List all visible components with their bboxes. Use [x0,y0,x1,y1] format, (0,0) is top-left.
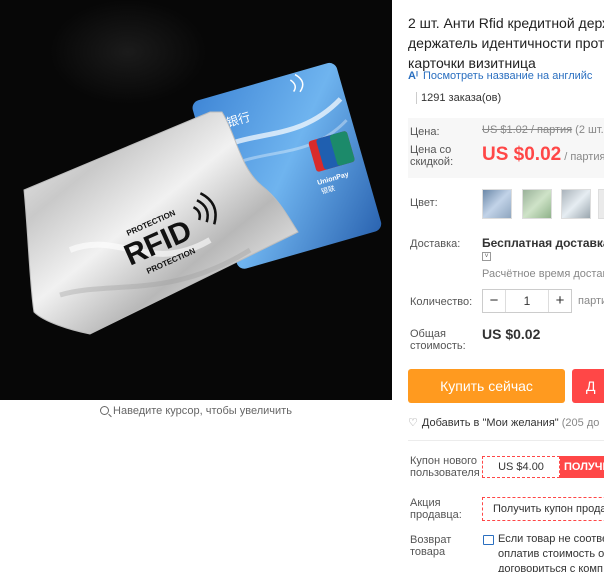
returns-policy-line: договориться с комп [498,563,603,572]
shipping-label: Доставка: [410,238,461,250]
discount-price-value: US $0.02 [482,144,562,165]
new-user-coupon-label: Купон нового пользователя [410,455,480,479]
zoom-hint: Наведите курсор, чтобы увеличить [0,405,392,417]
translate-title-text: Посмотреть название на английс [422,70,593,82]
wishlist-label: Добавить в "Мои желания" [421,417,559,429]
new-user-coupon-value: US $4.00 [482,456,560,478]
product-title-line: 2 шт. Анти Rfid кредитной держа [408,15,604,31]
delivery-estimate: Расчётное время доставки [482,268,604,280]
color-option-2[interactable] [522,189,552,219]
discount-price-label-line: Цена со [410,144,452,156]
add-to-wishlist[interactable]: ♡ Добавить в "Мои желания" (205 до [408,416,599,429]
product-title: 2 шт. Анти Rfid кредитной держа держател… [408,13,604,73]
price-label: Цена: [410,126,440,138]
shipping-method[interactable]: Бесплатная доставка в [482,236,604,250]
heart-icon: ♡ [408,417,418,429]
returns-policy-line: оплатив стоимость о [498,548,604,560]
returns-policy-text: Если товар не соотве оплатив стоимость о… [498,532,604,572]
returns-label: Возврат товара [410,534,451,558]
product-image[interactable]: 银行 UnionPay 银联 RFID PROTECTION PROTECTIO… [0,0,392,400]
seller-promo-label-line: продавца: [410,509,462,521]
color-label: Цвет: [410,197,438,209]
translate-title-link[interactable]: Aᴵ Посмотреть название на английс [408,70,592,82]
product-info-panel: 2 шт. Анти Rfid кредитной держа держател… [408,0,604,572]
returns-policy-line: Если товар не соотве [498,533,604,545]
color-option-1[interactable] [482,189,512,219]
get-seller-coupon-button[interactable]: Получить купон продав [482,497,604,521]
quantity-increase-button[interactable]: + [549,290,571,312]
chevron-down-icon[interactable]: ˅ [482,252,491,261]
quantity-input[interactable]: 1 [505,290,549,312]
total-price: US $0.02 [482,326,541,342]
product-photo: 银行 UnionPay 银联 RFID PROTECTION PROTECTIO… [0,0,392,400]
discount-price-label-line: скидкой: [410,156,454,168]
add-to-cart-button[interactable]: Д [572,369,604,403]
color-option-3[interactable] [561,189,591,219]
seller-promo-label-line: Акция [410,497,441,509]
return-policy-icon [483,535,494,545]
discount-price: US $0.02/ партия [482,144,604,166]
total-label-line: стоимость: [410,340,466,352]
returns-label-line: товара [410,546,446,558]
new-user-coupon-label-line: пользователя [410,467,480,479]
zoom-hint-text: Наведите курсор, чтобы увеличить [113,405,292,417]
seller-promo-label: Акция продавца: [410,497,462,521]
color-option-4[interactable] [598,189,604,219]
original-price-note: (2 шт. [572,124,604,136]
discount-price-label: Цена со скидкой: [410,144,453,168]
divider [408,440,604,441]
price-unit: / партия [564,151,604,163]
quantity-stepper: − 1 + [482,289,572,313]
buy-now-button[interactable]: Купить сейчас [408,369,565,403]
quantity-decrease-button[interactable]: − [483,290,505,312]
get-coupon-button[interactable]: ПОЛУЧИ [560,456,604,478]
total-label-line: Общая [410,328,446,340]
returns-label-line: Возврат [410,534,452,546]
magnifier-icon [100,406,110,415]
orders-count: 1291 заказа(ов) [416,92,501,104]
quantity-unit: партия [578,295,604,307]
total-label: Общая стоимость: [410,328,466,352]
original-price: US $1.02 / партия (2 шт. [482,124,604,136]
original-price-value: US $1.02 / партия [482,124,573,136]
new-user-coupon-label-line: Купон нового [410,455,478,467]
translate-icon: Aᴵ [408,70,418,82]
quantity-label: Количество: [410,296,473,308]
product-title-line: держатель идентичности проте [408,35,604,51]
wishlist-count: (205 до [558,417,600,429]
